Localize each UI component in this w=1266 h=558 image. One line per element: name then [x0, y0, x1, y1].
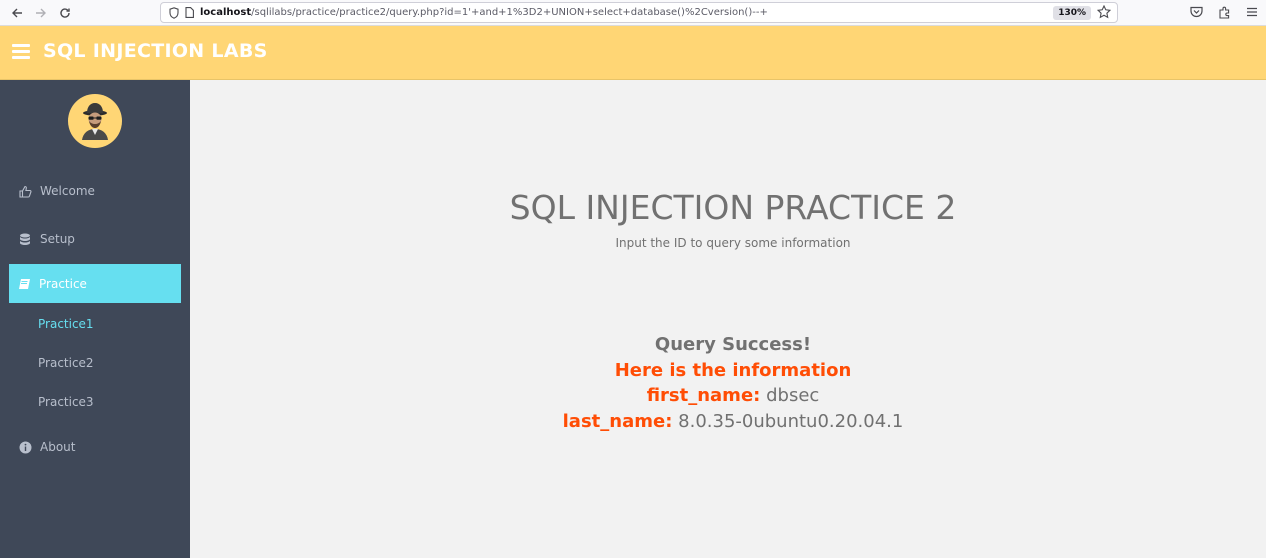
result-first-name: first_name: dbsec: [190, 385, 1266, 406]
sidebar-item-label: Setup: [40, 232, 75, 246]
page-title: SQL INJECTION PRACTICE 2: [509, 188, 957, 227]
toolbar-right: [1188, 2, 1260, 22]
sidebar-item-label: Practice: [39, 276, 87, 291]
sidebar-item-label: About: [40, 440, 76, 454]
sidebar-item-about[interactable]: About: [0, 429, 190, 465]
hamburger-menu-icon[interactable]: [12, 44, 30, 60]
url-text[interactable]: localhost/sqlilabs/practice/practice2/qu…: [200, 7, 768, 18]
reload-icon: [60, 8, 70, 18]
extensions-icon[interactable]: [1216, 2, 1232, 22]
result-last-name: last_name: 8.0.35-0ubuntu0.20.04.1: [190, 411, 1266, 432]
app-title: SQL INJECTION LABS: [43, 40, 268, 62]
hacker-avatar-icon: [82, 103, 108, 140]
sidebar-subitem-practice3[interactable]: Practice3: [38, 395, 94, 409]
arrow-right-icon: [36, 8, 46, 18]
main-content: SQL INJECTION PRACTICE 2 Input the ID to…: [190, 80, 1266, 558]
shield-icon[interactable]: [169, 6, 179, 19]
avatar: [68, 94, 122, 148]
result-heading: Here is the information: [614, 360, 852, 381]
sidebar-item-practice[interactable]: Practice: [9, 264, 181, 303]
forward-button[interactable]: [30, 2, 52, 24]
last-name-value: 8.0.35-0ubuntu0.20.04.1: [678, 411, 904, 432]
pocket-icon[interactable]: [1188, 2, 1204, 22]
address-bar[interactable]: localhost/sqlilabs/practice/practice2/qu…: [160, 2, 1118, 23]
info-icon: [18, 440, 32, 454]
first-name-value: dbsec: [766, 385, 820, 406]
sidebar-item-welcome[interactable]: Welcome: [0, 173, 190, 209]
thumbs-up-icon: [18, 184, 32, 198]
page-subtitle: Input the ID to query some information: [615, 236, 851, 250]
back-button[interactable]: [6, 2, 28, 24]
menu-icon[interactable]: [1244, 2, 1260, 22]
bookmark-star-icon[interactable]: [1097, 5, 1111, 19]
sidebar-item-label: Welcome: [40, 184, 95, 198]
app-header: SQL INJECTION LABS: [0, 26, 1266, 80]
last-name-label: last_name:: [562, 411, 673, 432]
page-icon[interactable]: [185, 7, 194, 18]
book-icon: [17, 277, 31, 291]
sidebar-subitem-practice2[interactable]: Practice2: [38, 356, 94, 370]
first-name-label: first_name:: [646, 385, 761, 406]
query-status: Query Success!: [654, 334, 812, 355]
sidebar-subitem-practice1[interactable]: Practice1: [38, 317, 94, 331]
sidebar: Welcome Setup Practice Practice1 Practic…: [0, 80, 190, 558]
zoom-badge[interactable]: 130%: [1053, 6, 1091, 20]
reload-button[interactable]: [54, 2, 76, 24]
database-icon: [18, 232, 32, 246]
arrow-left-icon: [12, 8, 22, 18]
url-host: localhost: [200, 7, 252, 18]
url-path: /sqlilabs/practice/practice2/query.php?i…: [251, 7, 768, 18]
browser-toolbar: localhost/sqlilabs/practice/practice2/qu…: [0, 0, 1266, 26]
sidebar-item-setup[interactable]: Setup: [0, 221, 190, 257]
